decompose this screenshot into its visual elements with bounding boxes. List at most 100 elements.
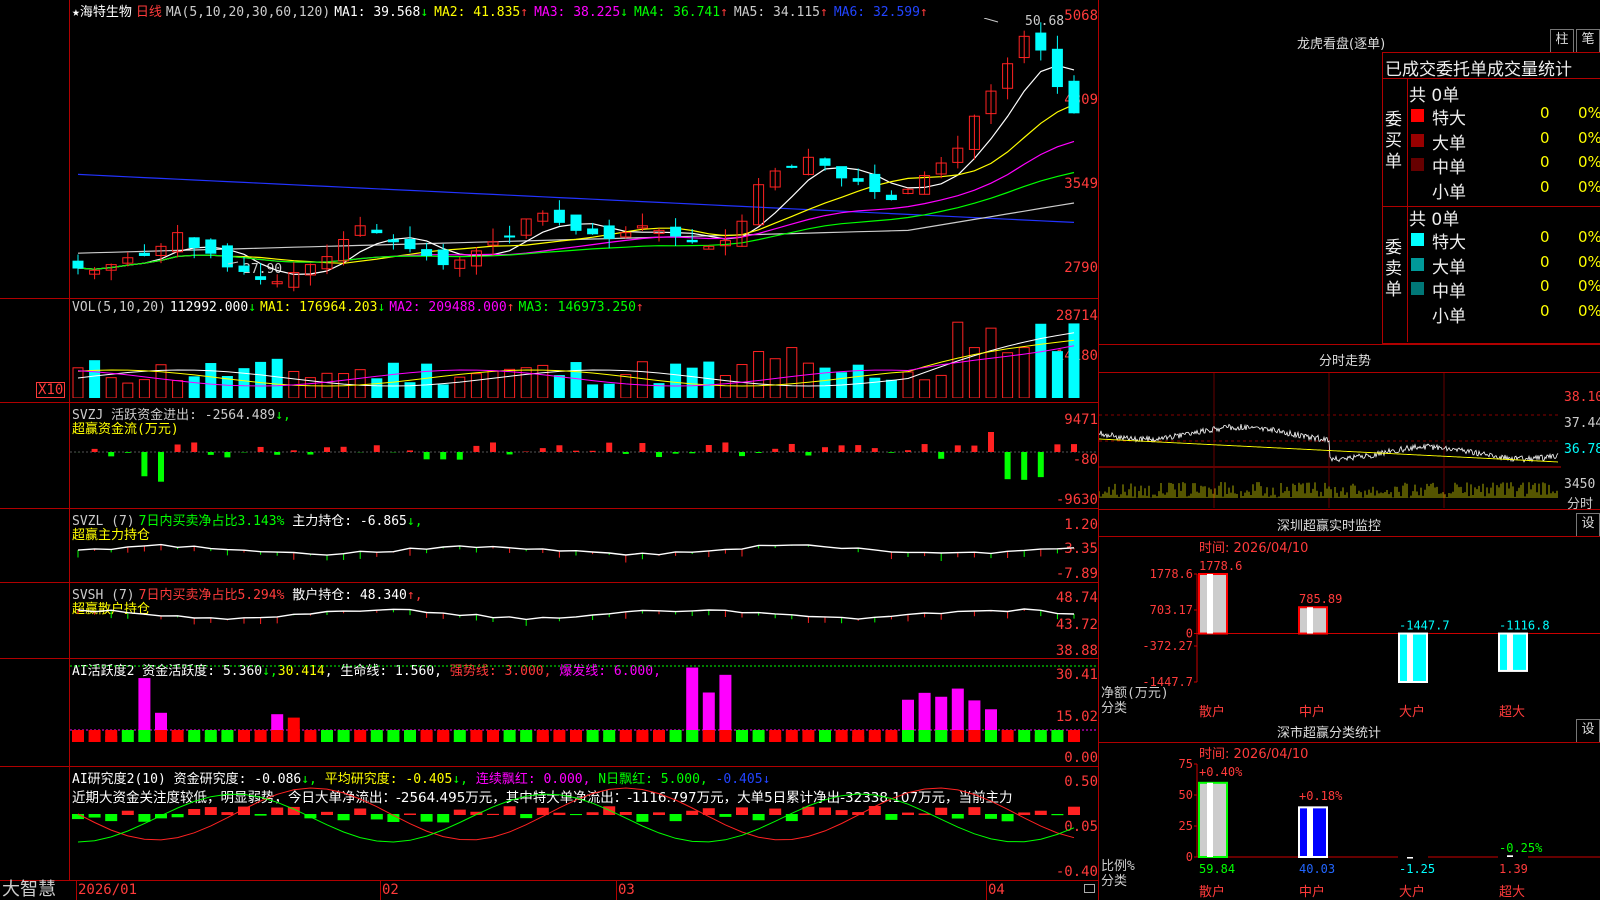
bar-value-label: -1116.8: [1499, 619, 1550, 633]
main-chart-area[interactable]: ★海特生物 日线 MA(5,10,20,30,60,120) MA1: 39.568↓…: [0, 0, 1098, 900]
lh-tabs[interactable]: 已成交委托单成交量统计: [1385, 55, 1572, 80]
volume-bar: [670, 363, 682, 398]
buy-row-count: 0: [1540, 128, 1550, 147]
activity-base: [138, 730, 151, 742]
x-axis-title: 分类: [1101, 701, 1127, 716]
svzl-chart[interactable]: [70, 510, 1098, 582]
category-label: 大户: [1399, 704, 1425, 718]
category-label: 中户: [1299, 884, 1325, 900]
candle-body: [205, 239, 217, 254]
bar-mode-button[interactable]: 柱: [1550, 29, 1574, 53]
activity-base: [918, 730, 931, 742]
buy-row-count: 0: [1540, 153, 1550, 171]
fenshi-tag: 分时: [1567, 497, 1594, 512]
date-tick-mark: [76, 880, 77, 900]
sell-row-pct: 0%: [1578, 277, 1600, 295]
flow-bar: [822, 447, 828, 452]
fenshi-tick: 37.44: [1564, 416, 1600, 431]
bar-highlight: [1307, 607, 1313, 634]
lh-divider: [1407, 78, 1408, 342]
volume-header: VOL(5,10,20) 112992.000↓ MA1: 176964.203↓ M…: [72, 300, 648, 315]
sell-row-count: 0: [1540, 228, 1550, 246]
activity-base: [619, 730, 632, 742]
activity-base: [287, 730, 300, 742]
candle-body: [437, 249, 449, 266]
y-axis-title: 比例%: [1101, 859, 1135, 874]
flow-bar: [639, 443, 646, 452]
volume-bar: [603, 383, 615, 398]
activity-base: [171, 730, 184, 742]
candle-body: [72, 260, 84, 269]
sell-row-count: 0: [1540, 277, 1550, 295]
candle-body: [387, 239, 399, 243]
flow-bar: [888, 452, 895, 453]
lock-icon[interactable]: [1084, 884, 1095, 893]
activity-base: [420, 730, 433, 742]
flow-bar: [772, 448, 779, 452]
ai-activity-chart[interactable]: [70, 660, 1098, 766]
category-label: 散户: [1199, 704, 1225, 718]
activity-base: [254, 730, 267, 742]
volume-bar: [255, 361, 267, 398]
bar-highlight: [1207, 574, 1213, 634]
volume-bar: [620, 374, 632, 398]
activity-base: [188, 730, 201, 742]
research-bar: [1034, 810, 1047, 815]
y-axis-title: 净额(万元): [1101, 686, 1169, 701]
sz-monitor-chart[interactable]: 1778.6703.170-372.27-1447.71778.6散户785.8…: [1099, 552, 1600, 718]
vol-ma1: MA1: 176964.203: [260, 300, 378, 315]
flow-bar: [755, 452, 762, 453]
fenshi-tick: 36.78: [1564, 442, 1600, 457]
research-bar: [935, 807, 948, 815]
activity-base: [105, 730, 118, 742]
svsh-chart[interactable]: [70, 584, 1098, 658]
flow-bar: [689, 452, 696, 454]
volume-bar: [736, 364, 748, 398]
fenshi-title: 分时走势: [1319, 354, 1372, 369]
volume-bar: [72, 367, 84, 398]
research-bar: [354, 808, 367, 815]
fenshi-chart[interactable]: [1099, 373, 1600, 508]
sell-row-label: 中单: [1432, 282, 1466, 302]
activity-base: [653, 730, 665, 742]
flow-bar: [788, 443, 795, 452]
lh-title: 龙虎看盘(逐单): [1297, 37, 1386, 52]
sz-monitor-settings-button[interactable]: 设: [1576, 513, 1600, 537]
sz-class-line: [1099, 742, 1600, 743]
axis-tick-label: 75: [1179, 757, 1193, 771]
candlestick-chart[interactable]: [70, 18, 1098, 296]
activity-base: [935, 730, 948, 742]
volume-bar: [786, 347, 798, 398]
research-bar: [271, 807, 284, 815]
sz-class-settings-button[interactable]: 设: [1576, 719, 1600, 743]
axis-tick-label: -372.27: [1142, 639, 1193, 653]
activity-base: [536, 730, 549, 742]
svzj-chart[interactable]: [70, 404, 1098, 508]
flow-bar: [606, 442, 613, 452]
vol-ma3: MA3: 146973.250: [518, 300, 636, 315]
flow-bar: [440, 452, 447, 460]
axis-tick-label: 25: [1179, 819, 1193, 833]
research-bar: [653, 812, 665, 815]
activity-base: [72, 730, 84, 742]
tick-mode-button[interactable]: 笔: [1576, 29, 1600, 53]
candle-body: [1035, 32, 1047, 51]
buy-row-count: 0: [1540, 104, 1550, 122]
sell-row-label: 特大: [1432, 233, 1466, 253]
research-bar: [1068, 806, 1080, 815]
change-label: +0.18%: [1299, 789, 1343, 803]
research-bar: [254, 814, 267, 816]
flow-bar: [589, 450, 596, 452]
volume-bar: [985, 327, 997, 398]
volume-chart[interactable]: [70, 314, 1098, 398]
sz-class-chart[interactable]: 75 50 25 0 59.84 散户 40.03 中户 -1.25 大户 1.39 超大 +0.40%…: [1099, 756, 1600, 900]
ai-research-chart[interactable]: [70, 768, 1098, 880]
activity-base: [769, 730, 782, 742]
flow-bar: [672, 452, 679, 454]
activity-base: [88, 730, 101, 742]
activity-base: [636, 730, 649, 742]
buy-row-label: 特大: [1432, 109, 1466, 129]
vol-ma3-arrow: ↑: [635, 300, 644, 315]
change-label: -0.25%: [1499, 841, 1543, 855]
activity-base: [1001, 730, 1014, 742]
